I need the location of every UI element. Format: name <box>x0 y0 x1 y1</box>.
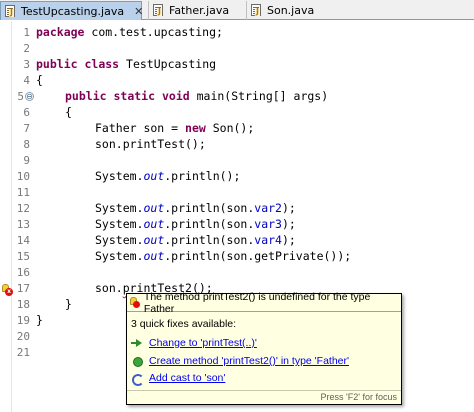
code-text: System. <box>95 233 144 247</box>
code-text: TestUpcasting <box>119 57 217 71</box>
fold-collapse-icon[interactable]: ⊖ <box>25 92 34 101</box>
java-file-icon: J <box>153 4 165 17</box>
keyword: void <box>161 89 190 103</box>
code-line-14: System.out.println(son.var4); <box>95 233 296 248</box>
line-number: 17 <box>16 282 30 295</box>
tab-label: Father.java <box>169 4 230 17</box>
tab-label: Son.java <box>267 4 315 17</box>
line-number: 16 <box>16 266 30 279</box>
field: var3 <box>254 217 282 231</box>
code-line-6: { <box>65 105 72 119</box>
code-line-10: System.out.println(); <box>95 169 240 184</box>
line-number: 19 <box>16 314 30 327</box>
code-line-13: System.out.println(son.var3); <box>95 217 296 232</box>
code-text: son. <box>95 281 123 295</box>
line-number: 1 <box>23 26 30 39</box>
quick-fix-popup: The method printTest2() is undefined for… <box>126 290 402 405</box>
line-number: 3 <box>23 58 30 71</box>
field: var2 <box>254 201 282 215</box>
code-line-15: System.out.println(son.getPrivate()); <box>95 249 351 264</box>
code-line-19: } <box>36 313 43 327</box>
close-icon[interactable]: ✕ <box>134 5 143 18</box>
tab-label: TestUpcasting.java <box>21 4 125 18</box>
keyword: class <box>84 57 120 71</box>
line-number: 18 <box>16 298 30 311</box>
code-text: main(String[] args) <box>189 89 329 103</box>
code-line-5: public static void main(String[] args) <box>65 89 328 104</box>
line-number: 4 <box>23 74 30 87</box>
line-number: 13 <box>16 218 30 231</box>
cast-icon <box>131 372 144 386</box>
rename-arrow-icon <box>131 337 143 349</box>
code-line-7: Father son = new Son(); <box>95 121 254 136</box>
keyword: new <box>185 121 206 135</box>
quick-fix-add-cast[interactable]: Add cast to 'son' <box>131 371 225 386</box>
code-text: .println(son.getPrivate()); <box>164 249 352 263</box>
quick-fix-error-icon[interactable]: x <box>2 284 13 296</box>
code-line-4: { <box>36 73 43 87</box>
line-number-gutter: 1 2 3 4 5 6 7 8 9 10 11 12 13 14 15 16 1… <box>12 21 30 412</box>
static-field: out <box>143 233 165 247</box>
static-field: out <box>143 217 165 231</box>
code-line-12: System.out.println(son.var2); <box>95 201 296 216</box>
keyword: package <box>36 25 85 39</box>
static-field: out <box>143 201 165 215</box>
code-line-3: public class TestUpcasting <box>36 57 216 72</box>
create-method-icon <box>131 355 143 367</box>
quick-fix-create-method[interactable]: Create method 'printTest2()' in type 'Fa… <box>131 354 349 368</box>
code-text: System. <box>95 217 144 231</box>
code-text: .println(); <box>164 169 241 183</box>
code-text: ); <box>281 217 296 231</box>
code-line-8: son.printTest(); <box>95 137 206 151</box>
line-number: 12 <box>16 202 30 215</box>
keyword: public <box>65 89 107 103</box>
focus-hint: Press 'F2' for focus <box>127 390 401 404</box>
code-text: System. <box>95 201 144 215</box>
code-line-1: package com.test.upcasting; <box>36 25 223 40</box>
line-number: 14 <box>16 234 30 247</box>
line-number: 5 <box>17 90 24 103</box>
quick-fix-link[interactable]: Add cast to 'son' <box>149 372 225 384</box>
tab-son-java[interactable]: J Son.java <box>246 1 336 20</box>
editor-tab-bar: J TestUpcasting.java ✕ J Father.java J S… <box>0 0 474 20</box>
code-text: System. <box>95 169 144 183</box>
line-number: 15 <box>16 250 30 263</box>
code-text: System. <box>95 249 144 263</box>
error-message: The method printTest2() is undefined for… <box>143 290 371 315</box>
annotation-ruler <box>0 21 12 412</box>
keyword: static <box>113 89 156 103</box>
code-line-18: } <box>65 297 72 311</box>
code-text: .println(son. <box>164 217 255 231</box>
tab-testupcasting-java[interactable]: J TestUpcasting.java ✕ <box>0 1 143 20</box>
quick-fix-link[interactable]: Change to 'printTest(..)' <box>149 337 257 349</box>
code-text: .println(son. <box>164 233 255 247</box>
code-text: Son(); <box>205 121 255 135</box>
line-number: 2 <box>23 42 30 55</box>
code-text: ); <box>281 201 296 215</box>
line-number: 21 <box>16 346 30 359</box>
code-text: ); <box>281 233 296 247</box>
static-field: out <box>143 249 165 263</box>
keyword: public <box>36 57 78 71</box>
java-file-icon: J <box>5 4 17 18</box>
code-text: com.test.upcasting; <box>84 25 223 39</box>
quick-fix-link[interactable]: Create method 'printTest2()' in type 'Fa… <box>149 355 349 367</box>
line-number: 6 <box>23 106 30 119</box>
line-number: 8 <box>23 138 30 151</box>
quick-fix-change-to-printtest[interactable]: Change to 'printTest(..)' <box>131 336 257 350</box>
code-text: .println(son. <box>164 201 255 215</box>
line-number: 20 <box>16 330 30 343</box>
code-text: Father son = <box>95 121 186 135</box>
quick-fix-count: 3 quick fixes available: <box>131 318 237 330</box>
field: var4 <box>254 233 282 247</box>
error-bulb-icon <box>130 297 140 308</box>
line-number: 11 <box>16 186 30 199</box>
line-number: 7 <box>23 122 30 135</box>
static-field: out <box>143 169 165 183</box>
line-number: 10 <box>16 170 30 183</box>
line-number: 9 <box>23 154 30 167</box>
tab-father-java[interactable]: J Father.java <box>148 1 240 20</box>
java-file-icon: J <box>251 4 263 17</box>
quick-fix-header: The method printTest2() is undefined for… <box>127 290 401 315</box>
